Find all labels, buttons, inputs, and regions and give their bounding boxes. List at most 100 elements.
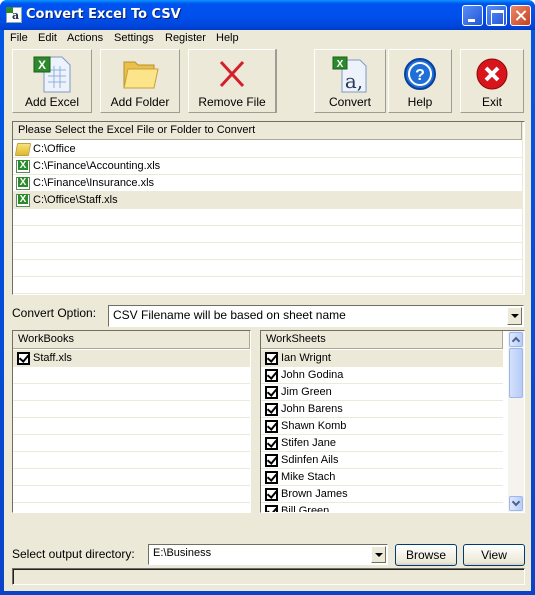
empty-row [13, 260, 522, 277]
add-excel-icon: X [33, 56, 71, 93]
empty-row [13, 469, 250, 486]
output-directory-label: Select output directory: [12, 547, 135, 561]
scroll-down-button[interactable] [509, 496, 523, 511]
chevron-down-icon [511, 497, 521, 507]
worksheet-item[interactable]: John Godina [261, 367, 503, 384]
close-button[interactable] [510, 5, 531, 26]
checkbox-checked[interactable] [265, 471, 278, 484]
checkbox-checked[interactable] [265, 403, 278, 416]
checkbox-checked[interactable] [265, 505, 278, 512]
remove-file-label: Remove File [198, 95, 266, 109]
worksheet-item[interactable]: Jim Green [261, 384, 503, 401]
help-label: Help [407, 95, 433, 109]
scroll-up-button[interactable] [509, 332, 523, 347]
checkbox-checked[interactable] [265, 420, 278, 433]
add-folder-label: Add Folder [110, 95, 170, 109]
folder-icon [123, 61, 159, 89]
checkbox-checked[interactable] [265, 352, 278, 365]
worksheet-item[interactable]: John Barens [261, 401, 503, 418]
checkbox-checked[interactable] [265, 386, 278, 399]
excel-file-icon [16, 177, 30, 190]
checkbox-checked[interactable] [265, 369, 278, 382]
minimize-button[interactable] [462, 5, 483, 26]
help-button[interactable]: ? Help [388, 49, 452, 113]
file-list[interactable]: Please Select the Excel File or Folder t… [12, 121, 525, 295]
worksheet-item[interactable]: Brown James [261, 486, 503, 503]
checkbox-checked[interactable] [17, 352, 30, 365]
output-directory-select[interactable]: E:\Business [148, 544, 388, 565]
empty-row [13, 226, 522, 243]
menu-register[interactable]: Register [165, 32, 206, 44]
browse-button[interactable]: Browse [395, 544, 457, 566]
file-list-item[interactable]: C:\Office [13, 141, 522, 158]
help-question-icon: ? [404, 58, 436, 90]
maximize-button[interactable] [486, 5, 507, 26]
menu-file[interactable]: File [10, 32, 28, 44]
file-list-header[interactable]: Please Select the Excel File or Folder t… [13, 122, 522, 140]
checkbox-checked[interactable] [265, 437, 278, 450]
view-button[interactable]: View [463, 544, 525, 566]
menu-edit[interactable]: Edit [38, 32, 57, 44]
empty-row [13, 418, 250, 435]
worksheets-header[interactable]: WorkSheets [261, 331, 503, 349]
svg-text:X: X [38, 58, 46, 72]
empty-row [13, 209, 522, 226]
convert-option-label: Convert Option: [12, 306, 97, 320]
excel-file-icon [16, 160, 30, 173]
empty-row [13, 401, 250, 418]
excel-file-icon [16, 194, 30, 207]
file-list-item-selected[interactable]: C:\Office\Staff.xls [13, 192, 522, 209]
workbooks-header[interactable]: WorkBooks [13, 331, 250, 349]
exit-label: Exit [481, 95, 502, 109]
empty-row [13, 452, 250, 469]
menu-settings[interactable]: Settings [114, 32, 154, 44]
empty-row [13, 486, 250, 503]
window-title: Convert Excel To CSV [26, 7, 181, 22]
worksheet-item[interactable]: Shawn Komb [261, 418, 503, 435]
remove-file-button[interactable]: Remove File [188, 49, 276, 113]
empty-row [13, 243, 522, 260]
menu-actions[interactable]: Actions [67, 32, 103, 44]
scroll-thumb[interactable] [509, 348, 523, 398]
worksheet-item[interactable]: Stifen Jane [261, 435, 503, 452]
file-list-item[interactable]: C:\Finance\Insurance.xls [13, 175, 522, 192]
status-bar [12, 568, 525, 585]
title-bar[interactable]: a Convert Excel To CSV [0, 0, 535, 30]
folder-icon [14, 143, 32, 156]
svg-text:X: X [337, 59, 344, 70]
worksheet-item[interactable]: Sdinfen Ails [261, 452, 503, 469]
toolbar-separator [276, 49, 316, 113]
chevron-down-icon[interactable] [507, 307, 522, 325]
workbooks-list[interactable]: WorkBooks Staff.xls [12, 330, 251, 513]
worksheet-item[interactable]: Bill Green [261, 503, 503, 512]
column-divider [522, 122, 523, 294]
empty-row [13, 384, 250, 401]
checkbox-checked[interactable] [265, 454, 278, 467]
add-excel-button[interactable]: X Add Excel [12, 49, 92, 113]
convert-button[interactable]: a, X Convert [314, 49, 386, 113]
worksheet-item[interactable]: Ian Wrignt [261, 350, 503, 367]
convert-icon: a, X [332, 56, 367, 93]
chevron-down-icon[interactable] [371, 546, 386, 563]
chevron-up-icon [511, 336, 521, 346]
exit-button[interactable]: Exit [460, 49, 524, 113]
add-excel-label: Add Excel [24, 95, 80, 109]
file-list-item[interactable]: C:\Finance\Accounting.xls [13, 158, 522, 175]
empty-row [13, 367, 250, 384]
remove-x-icon [219, 60, 245, 88]
worksheets-scrollbar[interactable] [508, 331, 524, 512]
client-area: File Edit Actions Settings Register Help… [4, 30, 531, 591]
exit-icon [476, 58, 508, 90]
convert-label: Convert [328, 95, 372, 109]
worksheets-list[interactable]: WorkSheets Ian Wrignt John Godina Jim Gr… [260, 330, 525, 513]
checkbox-checked[interactable] [265, 488, 278, 501]
worksheet-item[interactable]: Mike Stach [261, 469, 503, 486]
add-folder-button[interactable]: Add Folder [100, 49, 180, 113]
convert-option-select[interactable]: CSV Filename will be based on sheet name [108, 305, 524, 327]
empty-row [13, 435, 250, 452]
app-icon[interactable]: a [6, 7, 22, 23]
workbook-item[interactable]: Staff.xls [13, 350, 250, 367]
menu-help[interactable]: Help [216, 32, 239, 44]
svg-text:a,: a, [345, 69, 363, 93]
svg-text:?: ? [415, 67, 425, 84]
